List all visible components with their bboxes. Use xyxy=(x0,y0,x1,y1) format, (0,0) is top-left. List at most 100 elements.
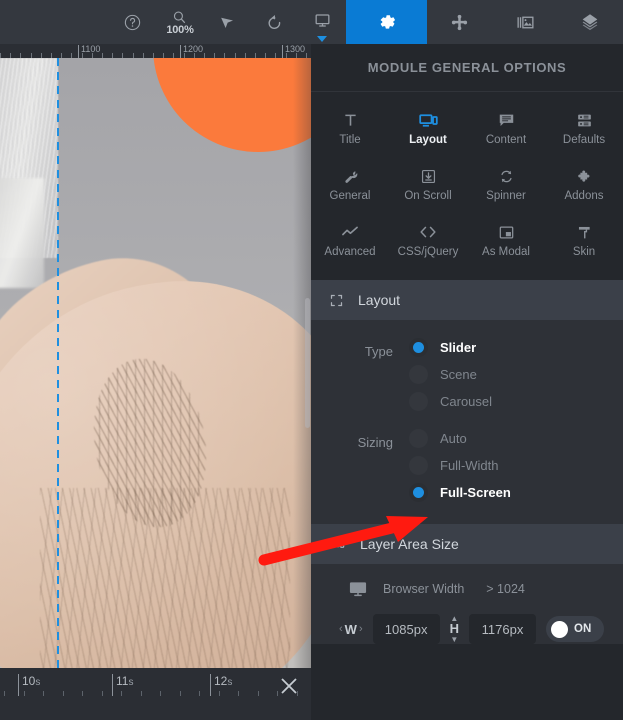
tab-spinner[interactable]: Spinner xyxy=(467,156,545,212)
type-radio-group[interactable]: Slider Scene Carousel xyxy=(409,338,492,411)
radio-full-screen[interactable]: Full-Screen xyxy=(409,483,511,502)
toolbar-left-spacer xyxy=(0,0,109,44)
radio-label: Full-Width xyxy=(440,458,499,473)
timeline-tick xyxy=(219,691,220,696)
monitor-icon xyxy=(347,578,369,600)
slide-background-photo xyxy=(0,58,311,668)
move-cross-icon[interactable] xyxy=(427,0,492,44)
tab-label: As Modal xyxy=(482,246,530,258)
width-letter: W xyxy=(344,621,357,637)
ruler-label: 1100 xyxy=(81,44,101,54)
tab-module-general-options[interactable] xyxy=(346,0,428,44)
radio-auto[interactable]: Auto xyxy=(409,429,511,448)
section-header-layer-area-size[interactable]: Layer Area Size xyxy=(311,524,623,564)
timeline-tick xyxy=(199,691,200,696)
timeline-label: 12s xyxy=(214,674,233,688)
devices-icon xyxy=(329,536,346,553)
tab-content[interactable]: Content xyxy=(467,100,545,156)
browser-width-row: Browser Width > 1024 xyxy=(311,578,623,600)
tab-label: On Scroll xyxy=(404,190,452,202)
size-inputs-row: ‹ W › 1085px ▲ H ▼ 1176px ON xyxy=(311,614,623,644)
modal-square-icon xyxy=(497,222,516,242)
horizontal-ruler[interactable]: 1100 1200 1300 xyxy=(0,44,311,58)
timeline-label: 11s xyxy=(116,674,134,688)
cursor-arrow-icon[interactable] xyxy=(204,0,251,44)
photo-arm-hair-lower xyxy=(40,488,290,668)
tab-css-jquery[interactable]: CSS/jQuery xyxy=(389,212,467,268)
devices-icon xyxy=(418,110,439,130)
list-server-icon xyxy=(575,110,594,130)
tab-title[interactable]: Title xyxy=(311,100,389,156)
tab-label: Layout xyxy=(409,134,447,146)
type-option-row: Type Slider Scene Carousel xyxy=(311,338,623,411)
puzzle-piece-icon xyxy=(575,166,594,186)
top-toolbar[interactable]: 100% xyxy=(0,0,623,44)
layers-diamond-icon[interactable] xyxy=(558,0,623,44)
chevron-left-icon: ‹ xyxy=(339,623,343,635)
tab-skin[interactable]: Skin xyxy=(545,212,623,268)
toggle-label: ON xyxy=(574,623,592,635)
height-marker: ▲ H ▼ xyxy=(449,615,460,644)
timeline-tick xyxy=(102,691,103,696)
layer-area-body: Browser Width > 1024 ‹ W › 1085px ▲ H ▼ … xyxy=(311,564,623,644)
height-letter: H xyxy=(449,621,460,636)
section-header-layout[interactable]: Layout xyxy=(311,280,623,320)
canvas-scrollbar-thumb[interactable] xyxy=(305,298,310,428)
vertical-guide-line[interactable] xyxy=(57,58,59,668)
timeline-tick xyxy=(63,691,64,696)
tab-label: Skin xyxy=(572,246,596,258)
radio-scene[interactable]: Scene xyxy=(409,365,492,384)
tab-layout[interactable]: Layout xyxy=(389,100,467,156)
timeline-tick xyxy=(238,691,239,696)
tab-general[interactable]: General xyxy=(311,156,389,212)
question-circle-icon[interactable] xyxy=(109,0,156,44)
refresh-circle-icon xyxy=(497,166,516,186)
chevron-down-icon xyxy=(317,36,328,42)
height-input[interactable]: 1176px xyxy=(469,614,537,644)
undo-arrow-icon[interactable] xyxy=(251,0,298,44)
timeline-tick xyxy=(121,691,122,696)
radio-label: Slider xyxy=(440,340,477,355)
download-box-icon xyxy=(419,166,438,186)
radio-label: Scene xyxy=(440,367,477,382)
timeline-label: 10s xyxy=(22,674,41,688)
page-title: MODULE GENERAL OPTIONS xyxy=(311,44,623,92)
zoom-level-button[interactable]: 100% xyxy=(156,0,203,44)
slider-canvas-stage[interactable] xyxy=(0,58,311,668)
sizing-radio-group[interactable]: Auto Full-Width Full-Screen xyxy=(409,429,511,502)
sizing-label: Sizing xyxy=(357,435,393,450)
radio-carousel[interactable]: Carousel xyxy=(409,392,492,411)
close-icon[interactable] xyxy=(279,676,299,696)
zigzag-chart-icon xyxy=(340,222,360,242)
module-options-panel: MODULE GENERAL OPTIONS Title Layout Cont… xyxy=(311,44,623,720)
tab-advanced[interactable]: Advanced xyxy=(311,212,389,268)
timeline-ruler[interactable]: 10s 11s 12s xyxy=(0,672,311,702)
tab-addons[interactable]: Addons xyxy=(545,156,623,212)
radio-full-width[interactable]: Full-Width xyxy=(409,456,511,475)
timeline-tick xyxy=(180,691,181,696)
tab-as-modal[interactable]: As Modal xyxy=(467,212,545,268)
zoom-level-label: 100% xyxy=(166,23,194,36)
responsive-toggle[interactable]: ON xyxy=(546,616,605,642)
fullscreen-corners-icon xyxy=(329,293,344,308)
radio-slider[interactable]: Slider xyxy=(409,338,492,357)
timeline-tick xyxy=(24,691,25,696)
radio-circle-icon xyxy=(409,456,428,475)
tab-label: Advanced xyxy=(324,246,376,258)
chevron-down-icon: ▼ xyxy=(450,635,459,644)
text-t-icon xyxy=(341,110,360,130)
width-input[interactable]: 1085px xyxy=(372,614,440,644)
photo-fur-lower xyxy=(0,178,44,288)
tab-on-scroll[interactable]: On Scroll xyxy=(389,156,467,212)
slides-image-icon[interactable] xyxy=(492,0,557,44)
timeline-tick xyxy=(277,691,278,696)
layout-options-body: Type Slider Scene Carousel Sizing Auto F… xyxy=(311,320,623,524)
code-brackets-icon xyxy=(418,222,438,242)
options-tab-grid[interactable]: Title Layout Content Defaults General On… xyxy=(311,92,623,280)
radio-label: Auto xyxy=(440,431,467,446)
tab-defaults[interactable]: Defaults xyxy=(545,100,623,156)
chevron-right-icon: › xyxy=(358,623,363,635)
ruler-label: 1200 xyxy=(183,44,204,54)
timeline-bar[interactable]: 10s 11s 12s xyxy=(0,668,311,720)
preview-device-button[interactable] xyxy=(299,0,346,44)
